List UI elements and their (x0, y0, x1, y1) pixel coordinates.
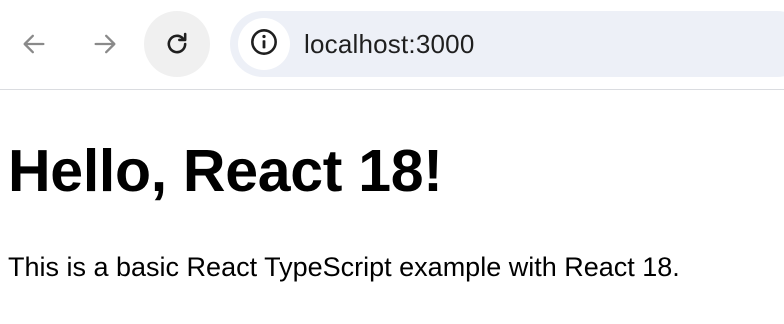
forward-button[interactable] (72, 11, 138, 77)
back-button[interactable] (1, 11, 67, 77)
site-info-button[interactable] (238, 18, 290, 70)
reload-icon (163, 30, 191, 58)
browser-toolbar: localhost:3000 (0, 0, 784, 90)
page-description: This is a basic React TypeScript example… (8, 252, 680, 282)
page-title: Hello, React 18! (8, 138, 443, 204)
info-icon (250, 28, 278, 61)
url-text[interactable]: localhost:3000 (304, 29, 474, 60)
reload-button[interactable] (144, 11, 210, 77)
arrow-left-icon (20, 30, 48, 58)
arrow-right-icon (91, 30, 119, 58)
page-content: Hello, React 18! This is a basic React T… (0, 138, 784, 284)
address-bar[interactable]: localhost:3000 (230, 11, 784, 77)
